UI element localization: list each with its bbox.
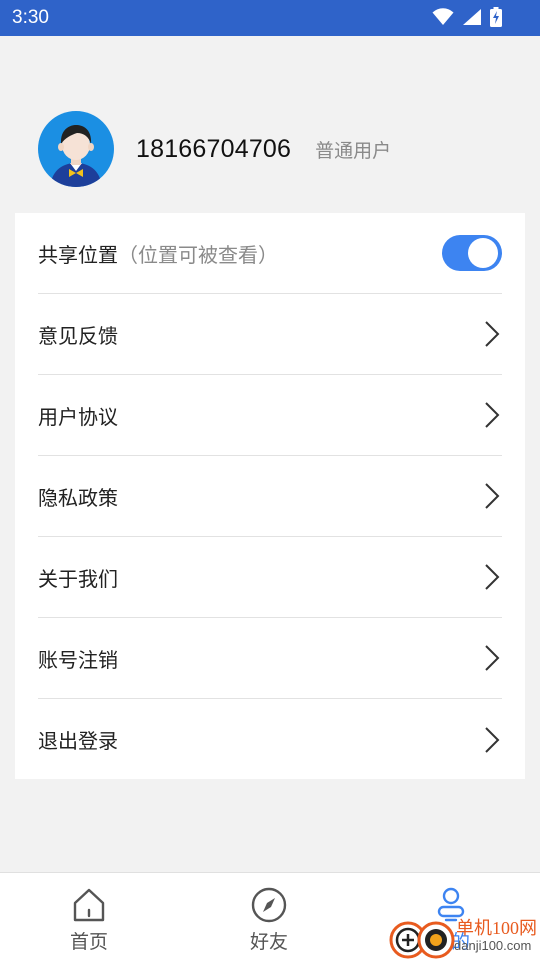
- menu-item-user-agreement[interactable]: 用户协议: [38, 375, 502, 456]
- watermark: 单机100网 danji100.com: [388, 914, 540, 960]
- user-phone: 18166704706: [136, 134, 292, 163]
- menu-item-label: 隐私政策: [38, 485, 118, 510]
- signal-icon: [463, 9, 481, 25]
- menu-item-privacy-policy[interactable]: 隐私政策: [38, 456, 502, 537]
- menu-item-logout[interactable]: 退出登录: [38, 699, 502, 780]
- watermark-logo: [389, 921, 455, 959]
- menu-item-label: 意见反馈: [38, 323, 118, 348]
- menu-item-about-us[interactable]: 关于我们: [38, 537, 502, 618]
- chevron-right-icon: [485, 483, 500, 509]
- menu-item-delete-account[interactable]: 账号注销: [38, 618, 502, 699]
- tab-friends-label: 好友: [249, 931, 288, 953]
- home-icon: [73, 888, 105, 922]
- toggle-knob: [468, 238, 498, 268]
- menu-item-feedback[interactable]: 意见反馈: [38, 294, 502, 375]
- settings-menu: 共享位置（位置可被查看） 意见反馈 用户协议 隐私政策 关于我们 账号注销 退出…: [15, 213, 525, 779]
- chevron-right-icon: [485, 402, 500, 428]
- avatar[interactable]: [38, 111, 114, 187]
- wifi-icon: [432, 8, 454, 25]
- compass-icon: [251, 887, 287, 923]
- watermark-text: 单机100网: [456, 918, 537, 938]
- user-type-label: 普通用户: [315, 139, 392, 162]
- share-location-row: 共享位置（位置可被查看）: [38, 213, 502, 294]
- watermark-url: danji100.com: [454, 938, 532, 953]
- share-location-label: 共享位置: [38, 242, 118, 267]
- share-location-toggle[interactable]: [442, 235, 502, 271]
- tab-friends[interactable]: 好友: [224, 887, 314, 954]
- status-bar: 3:30: [0, 0, 540, 36]
- status-time: 3:30: [12, 7, 49, 28]
- menu-item-label: 关于我们: [38, 566, 118, 591]
- tab-home-label: 首页: [69, 931, 108, 953]
- battery-charging-icon: [490, 7, 502, 27]
- profile-header: 18166704706 普通用户: [38, 111, 508, 187]
- chevron-right-icon: [485, 321, 500, 347]
- chevron-right-icon: [485, 564, 500, 590]
- avatar-person-icon: [50, 125, 102, 187]
- menu-item-label: 账号注销: [38, 647, 118, 672]
- menu-item-label: 退出登录: [38, 729, 118, 753]
- tab-home[interactable]: 首页: [44, 887, 134, 954]
- menu-item-label: 用户协议: [38, 404, 118, 429]
- status-icons: [432, 7, 502, 27]
- share-location-hint: （位置可被查看）: [118, 242, 278, 267]
- chevron-right-icon: [485, 726, 500, 753]
- chevron-right-icon: [485, 645, 500, 671]
